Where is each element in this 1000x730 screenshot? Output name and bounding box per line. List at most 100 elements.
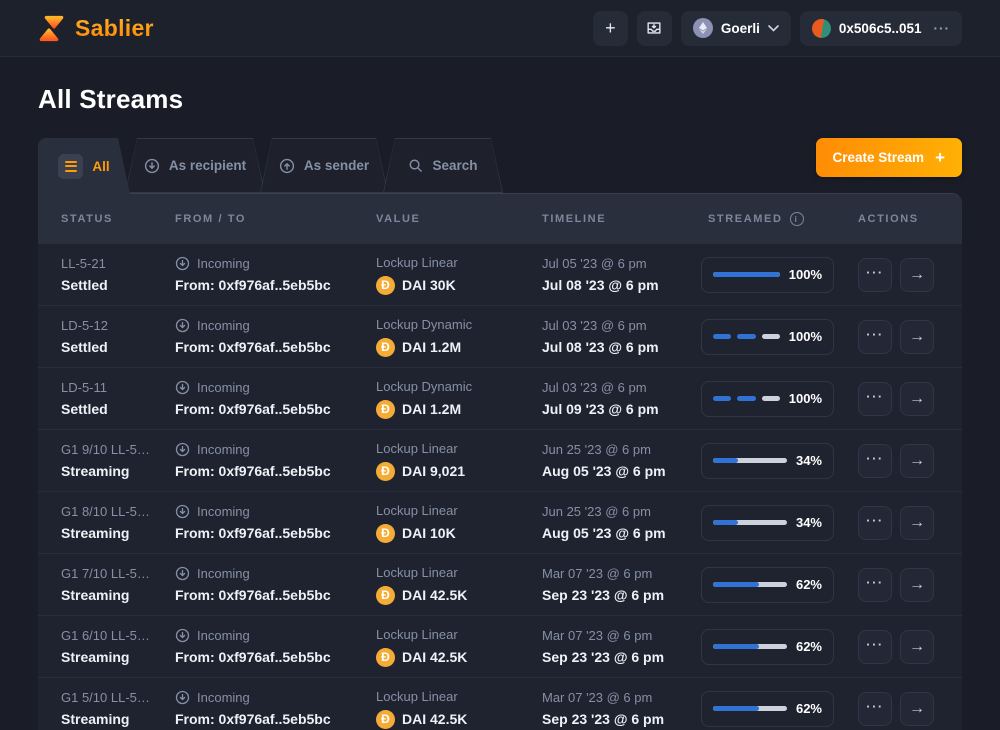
page-title: All Streams [38,84,962,115]
end-date: Aug 05 '23 @ 6 pm [542,525,685,541]
counterparty: From: 0xf976af..5eb5bc [175,401,353,417]
incoming-icon [175,380,190,395]
stream-amount: DAI 1.2M [402,401,461,417]
arrow-right-icon: → [909,266,925,284]
stream-id: G1 8/10 LL-5… [61,504,152,519]
row-menu-button[interactable]: ··· [858,506,892,540]
table-row[interactable]: G1 5/10 LL-5…Streaming IncomingFrom: 0xf… [38,677,962,730]
table-row[interactable]: G1 8/10 LL-5…Streaming IncomingFrom: 0xf… [38,491,962,553]
row-menu-button[interactable]: ··· [858,630,892,664]
row-open-button[interactable]: → [900,258,934,292]
table-row[interactable]: G1 6/10 LL-5…Streaming IncomingFrom: 0xf… [38,615,962,677]
search-icon [408,158,423,173]
info-icon[interactable]: i [790,212,804,226]
streamed-progress: 100% [701,257,834,293]
incoming-icon [175,504,190,519]
tab-search[interactable]: Search [383,138,503,193]
row-menu-button[interactable]: ··· [858,320,892,354]
streamed-progress: 100% [701,381,834,417]
streamed-progress: 100% [701,319,834,355]
header-status: STATUS [38,213,152,225]
end-date: Jul 09 '23 @ 6 pm [542,401,685,417]
create-stream-button[interactable]: Create Stream + [816,138,962,177]
start-date: Jul 05 '23 @ 6 pm [542,256,685,271]
table-header: STATUS FROM / TO VALUE TIMELINE STREAMED… [38,193,962,243]
table-row[interactable]: G1 7/10 LL-5…Streaming IncomingFrom: 0xf… [38,553,962,615]
header-from-to: FROM / TO [152,213,353,225]
sablier-logo[interactable]: Sablier [38,14,154,43]
row-open-button[interactable]: → [900,630,934,664]
inbox-button[interactable] [637,11,672,46]
network-selector[interactable]: Goerli [681,11,791,46]
brand-name: Sablier [75,15,154,42]
row-menu-button[interactable]: ··· [858,258,892,292]
dai-token-icon: Ð [376,648,395,667]
row-open-button[interactable]: → [900,382,934,416]
incoming-icon [175,442,190,457]
direction-label: Incoming [197,628,250,643]
stream-amount: DAI 10K [402,525,456,541]
counterparty: From: 0xf976af..5eb5bc [175,711,353,727]
counterparty: From: 0xf976af..5eb5bc [175,463,353,479]
dai-token-icon: Ð [376,338,395,357]
streamed-percent: 62% [796,701,822,716]
incoming-icon [175,318,190,333]
ellipsis-icon: ··· [866,513,884,528]
main-content: All Streams All As recipient [0,84,1000,730]
stream-status: Streaming [61,587,152,603]
start-date: Mar 07 '23 @ 6 pm [542,690,685,705]
direction-label: Incoming [197,442,250,457]
header-streamed: STREAMED i [685,212,835,226]
row-menu-button[interactable]: ··· [858,692,892,726]
row-open-button[interactable]: → [900,506,934,540]
ellipsis-icon: ··· [866,327,884,342]
direction-label: Incoming [197,318,250,333]
header-timeline: TIMELINE [519,213,685,225]
wallet-menu-dots-icon[interactable]: ··· [934,21,951,36]
tab-all[interactable]: All [38,138,130,194]
row-menu-button[interactable]: ··· [858,444,892,478]
table-row[interactable]: G1 9/10 LL-5…Streaming IncomingFrom: 0xf… [38,429,962,491]
stream-id: G1 9/10 LL-5… [61,442,152,457]
table-row[interactable]: LD-5-12Settled IncomingFrom: 0xf976af..5… [38,305,962,367]
table-row[interactable]: LD-5-11Settled IncomingFrom: 0xf976af..5… [38,367,962,429]
arrow-right-icon: → [909,638,925,656]
row-menu-button[interactable]: ··· [858,382,892,416]
dai-token-icon: Ð [376,400,395,419]
streamed-percent: 34% [796,453,822,468]
streamed-percent: 62% [796,639,822,654]
menu-icon [58,154,83,179]
ellipsis-icon: ··· [866,265,884,280]
add-button[interactable]: + [593,11,628,46]
counterparty: From: 0xf976af..5eb5bc [175,587,353,603]
header-value: VALUE [353,213,519,225]
streams-table: STATUS FROM / TO VALUE TIMELINE STREAMED… [38,193,962,730]
top-bar: Sablier + Goerli 0x506c5..051 [0,0,1000,57]
dai-token-icon: Ð [376,586,395,605]
tab-as-sender[interactable]: As sender [260,138,388,193]
wallet-address: 0x506c5..051 [839,21,922,36]
streamed-percent: 100% [789,391,822,406]
row-open-button[interactable]: → [900,444,934,478]
streamed-percent: 100% [789,329,822,344]
counterparty: From: 0xf976af..5eb5bc [175,339,353,355]
row-open-button[interactable]: → [900,320,934,354]
start-date: Jul 03 '23 @ 6 pm [542,380,685,395]
row-open-button[interactable]: → [900,692,934,726]
tab-label: Search [432,158,477,173]
row-open-button[interactable]: → [900,568,934,602]
tab-as-recipient[interactable]: As recipient [125,138,265,193]
ellipsis-icon: ··· [866,389,884,404]
stream-id: LL-5-21 [61,256,152,271]
counterparty: From: 0xf976af..5eb5bc [175,277,353,293]
wallet-button[interactable]: 0x506c5..051 ··· [800,11,962,46]
end-date: Sep 23 '23 @ 6 pm [542,649,685,665]
start-date: Mar 07 '23 @ 6 pm [542,566,685,581]
row-menu-button[interactable]: ··· [858,568,892,602]
direction-label: Incoming [197,690,250,705]
wallet-avatar [812,19,831,38]
arrow-right-icon: → [909,452,925,470]
plus-icon: + [605,18,616,39]
table-row[interactable]: LL-5-21Settled IncomingFrom: 0xf976af..5… [38,243,962,305]
arrow-right-icon: → [909,700,925,718]
